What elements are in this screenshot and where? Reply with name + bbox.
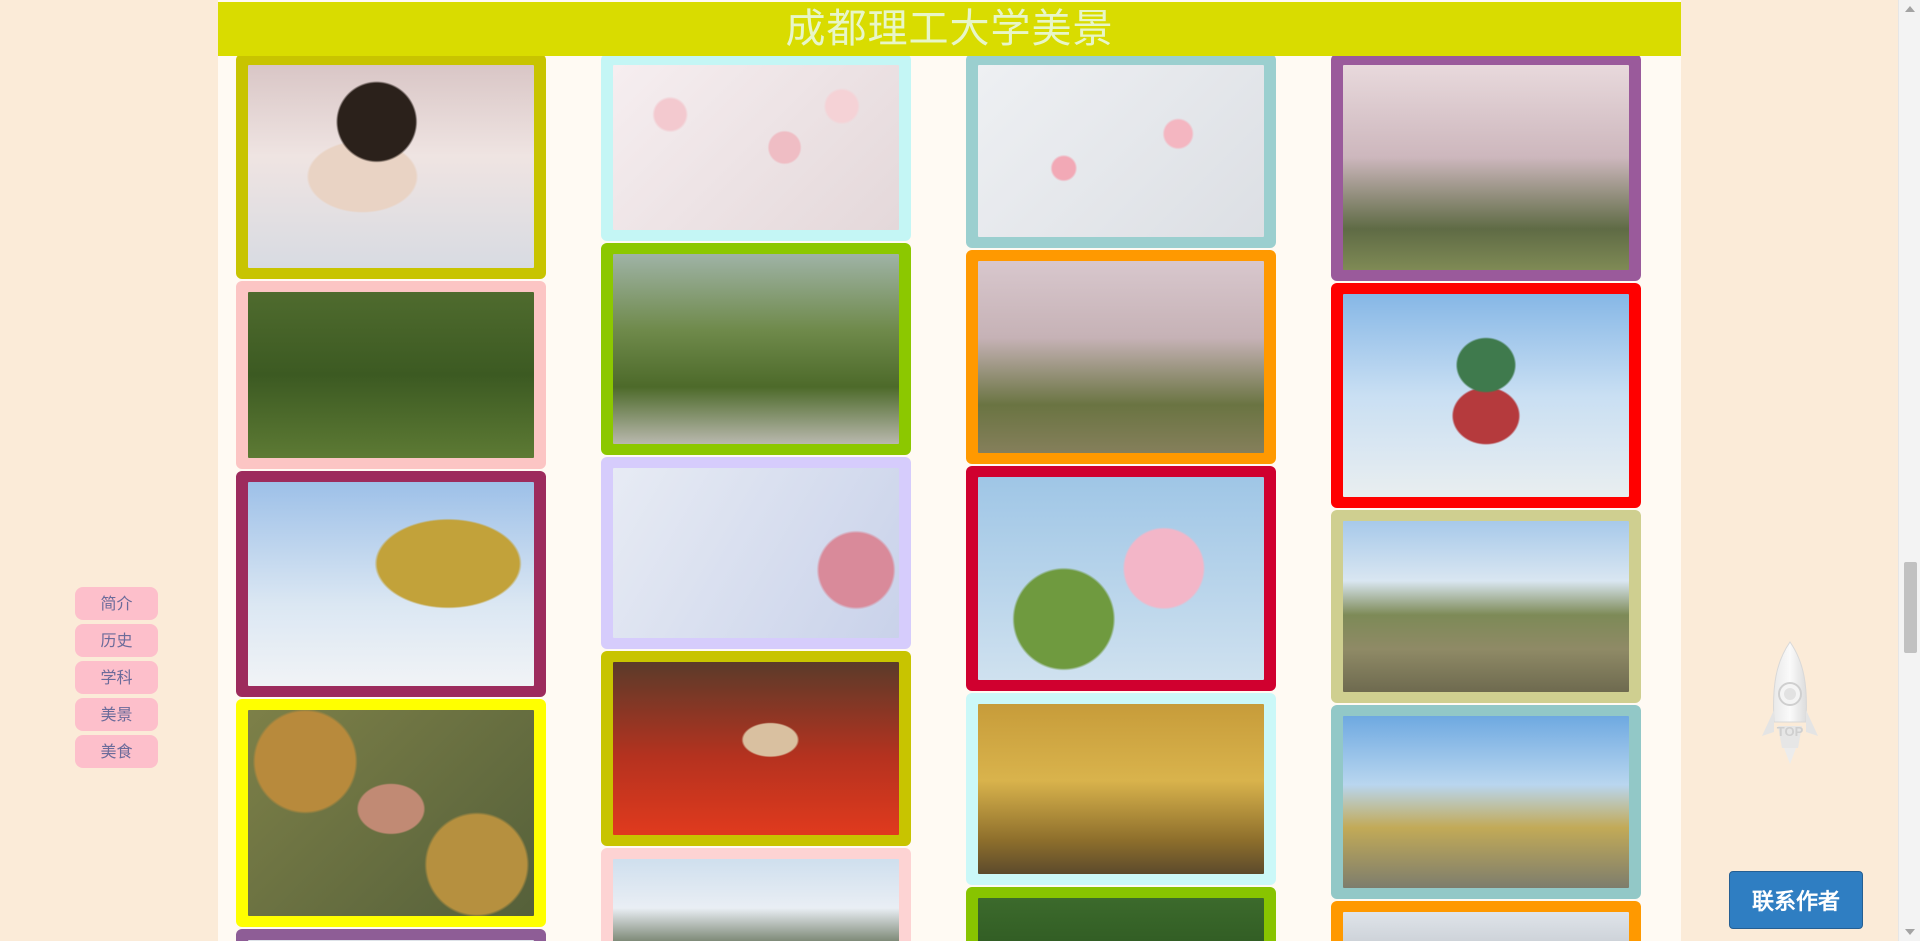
gallery-photo-6[interactable] [601,54,911,241]
photo-park-path [613,254,899,444]
gallery-photo-1[interactable] [236,54,546,279]
scroll-up-icon[interactable] [1905,6,1915,12]
photo-red-pavilion [613,662,899,835]
photo-lake-building [1343,521,1629,692]
gallery-photo-16[interactable] [1331,54,1641,281]
scroll-thumb[interactable] [1904,562,1917,653]
gallery-photo-2[interactable] [236,281,546,469]
photo-green-roof-pavilion [1343,294,1629,497]
gallery-photo-19[interactable] [1331,705,1641,899]
photo-acacia [248,482,534,686]
gallery-photo-3[interactable] [236,471,546,697]
main-content: 成都理工大学美景 [218,0,1681,941]
gallery-photo-7[interactable] [601,243,911,455]
page-header: 成都理工大学美景 [218,2,1681,56]
nav-item-history[interactable]: 历史 [75,624,158,657]
photo-crabapple-sky [613,468,899,638]
photo-sky [1343,912,1629,941]
gallery-photo-4[interactable] [236,699,546,927]
gallery-photo-17[interactable] [1331,283,1641,508]
gallery-photo-13[interactable] [966,466,1276,691]
vertical-scrollbar[interactable] [1898,0,1920,941]
photo-crabapple-bee [978,477,1264,680]
photo-blossom-grove [978,261,1264,453]
gallery-photo-18[interactable] [1331,510,1641,703]
photo-aerial-courtyard [248,710,534,916]
back-to-top-button[interactable]: TOP [1758,640,1822,766]
gallery-photo-9[interactable] [601,651,911,846]
photo-building-tree [613,859,899,941]
gallery-photo-14[interactable] [966,693,1276,885]
nav-item-intro[interactable]: 简介 [75,587,158,620]
nav-item-disciplines[interactable]: 学科 [75,661,158,694]
photo-grass [248,292,534,458]
photo-gallery [218,0,1681,941]
gallery-photo-10[interactable] [601,848,911,941]
scroll-down-icon[interactable] [1905,929,1915,935]
gallery-photo-8[interactable] [601,457,911,649]
gallery-photo-12[interactable] [966,250,1276,464]
page-title: 成都理工大学美景 [785,6,1114,52]
photo-plum-blossom [978,65,1264,237]
top-label: TOP [1777,724,1804,739]
gallery-photo-15[interactable] [966,887,1276,941]
photo-camera-blossoms [248,65,534,268]
side-nav: 简介 历史 学科 美景 美食 [75,587,158,772]
nav-item-food[interactable]: 美食 [75,735,158,768]
photo-ginkgo-steps [978,704,1264,874]
gallery-photo-11[interactable] [966,54,1276,248]
photo-lotus-leaf [978,898,1264,941]
photo-ginkgo-road [1343,716,1629,888]
nav-item-scenery[interactable]: 美景 [75,698,158,731]
gallery-photo-5[interactable] [236,929,546,941]
photo-cherry-blossom [613,65,899,230]
contact-author-button[interactable]: 联系作者 [1729,871,1863,929]
photo-pink-tree-grove [1343,65,1629,270]
rocket-icon: TOP [1762,641,1818,764]
gallery-photo-20[interactable] [1331,901,1641,941]
